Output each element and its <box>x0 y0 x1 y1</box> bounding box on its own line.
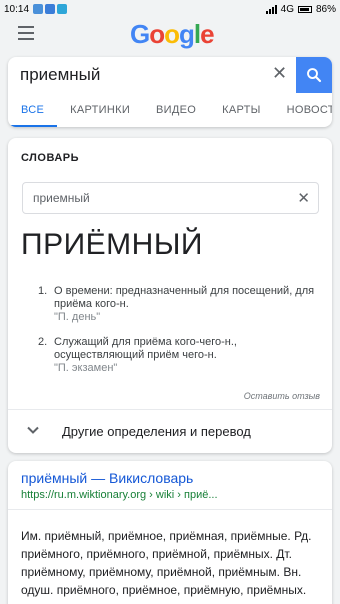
status-bar: 10:14 4G 86% <box>0 0 340 18</box>
download-icon <box>57 4 68 14</box>
feedback-link[interactable]: Оставить отзыв <box>244 391 320 401</box>
result-url[interactable]: https://ru.m.wiktionary.org › wiki › при… <box>21 489 218 501</box>
tab-video[interactable]: ВИДЕО <box>143 95 209 127</box>
tab-maps[interactable]: КАРТЫ <box>209 95 274 127</box>
search-icon <box>307 68 322 83</box>
search-button[interactable] <box>296 57 332 93</box>
search-card: приемный ✕ ВСЕ КАРТИНКИ ВИДЕО КАРТЫ НОВО… <box>8 57 332 127</box>
signal-icon <box>265 4 277 14</box>
definition-example: "П. день" <box>54 311 101 323</box>
definition-item: 1. О времени: предназначенный для посеще… <box>38 285 318 324</box>
headword: ПРИЁМНЫЙ <box>21 228 203 261</box>
status-time: 10:14 <box>4 3 30 15</box>
divider <box>8 509 332 510</box>
tab-all[interactable]: ВСЕ <box>8 95 58 127</box>
search-tabs: ВСЕ КАРТИНКИ ВИДЕО КАРТЫ НОВОСТИ <box>8 95 332 127</box>
battery-level: 86% <box>315 3 336 15</box>
tab-news[interactable]: НОВОСТИ <box>274 95 332 127</box>
dictionary-clear-icon[interactable]: ✕ <box>297 189 310 207</box>
definition-text: О времени: предназначенный для посещений… <box>54 285 315 310</box>
clear-search-icon[interactable]: ✕ <box>272 63 287 84</box>
definition-number: 1. <box>38 285 48 297</box>
dictionary-card: СЛОВАРЬ приемный ✕ ПРИЁМНЫЙ 1. О времени… <box>8 138 332 453</box>
definition-text: Служащий для приёма кого-чего-н., осущес… <box>54 336 237 361</box>
more-definitions-label: Другие определения и перевод <box>62 424 251 439</box>
tab-images[interactable]: КАРТИНКИ <box>57 95 143 127</box>
search-input[interactable]: приемный <box>20 65 100 85</box>
notification-icon <box>33 4 44 14</box>
battery-icon <box>297 5 312 13</box>
more-definitions-button[interactable]: Другие определения и перевод <box>8 410 332 453</box>
network-type: 4G <box>280 3 294 15</box>
search-result-card: приёмный — Викисловарь https://ru.m.wikt… <box>8 461 332 604</box>
chevron-down-icon <box>27 426 39 434</box>
google-logo[interactable]: Google <box>130 19 215 50</box>
result-title-link[interactable]: приёмный — Викисловарь <box>21 470 193 486</box>
app-notification-icon <box>45 4 56 14</box>
dictionary-input-value: приемный <box>33 191 90 205</box>
dictionary-heading: СЛОВАРЬ <box>21 152 80 164</box>
result-snippet: Им. приёмный, приёмное, приёмная, приёмн… <box>21 529 312 597</box>
definition-example: "П. экзамен" <box>54 362 118 374</box>
definition-number: 2. <box>38 336 48 348</box>
definition-item: 2. Служащий для приёма кого-чего-н., осу… <box>38 336 318 375</box>
dictionary-input[interactable]: приемный ✕ <box>22 182 319 214</box>
menu-icon[interactable] <box>18 26 34 40</box>
app-header: Google <box>0 18 340 58</box>
